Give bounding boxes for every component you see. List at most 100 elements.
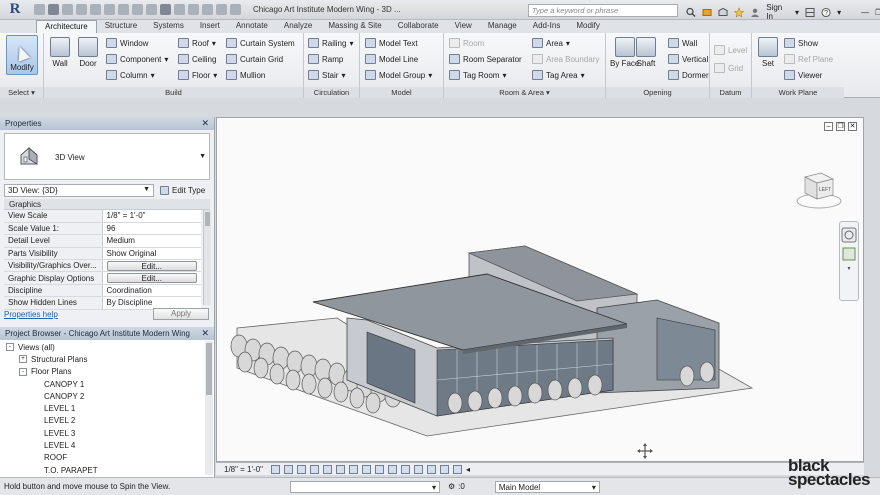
component-button[interactable]: Component ▾ [106,54,168,64]
properties-scrollbar[interactable] [203,210,211,305]
subscription-icon[interactable] [702,7,712,18]
restore-button[interactable]: ❐ [875,8,880,17]
user-icon[interactable] [750,7,760,18]
3d-viewport[interactable]: – ❐ ✕ LEFT ▾ [216,117,864,462]
3d-view-icon[interactable] [174,4,185,15]
sign-in-link[interactable]: Sign In [766,3,789,21]
show-work-plane-button[interactable]: Show [784,38,818,48]
section-icon[interactable] [188,4,199,15]
lock-3d-view-icon[interactable] [362,464,372,474]
tab-systems[interactable]: Systems [145,20,192,33]
open-icon[interactable] [34,4,45,15]
property-value[interactable]: Coordination [102,284,201,298]
measure-icon[interactable] [118,4,129,15]
property-value[interactable]: 96 [102,222,201,236]
area-boundary-button[interactable]: Area Boundary [532,54,599,64]
tab-architecture[interactable]: Architecture [36,20,97,33]
railing-button[interactable]: Railing ▾ [308,38,353,48]
viewcube-icon[interactable]: LEFT [795,163,843,211]
detail-level-icon[interactable] [271,464,281,474]
browser-node[interactable]: T.O. PARAPET [0,464,204,476]
property-value[interactable]: Edit... [102,271,201,285]
undo-icon[interactable] [76,4,87,15]
ref-plane-button[interactable]: Ref Plane [784,54,833,64]
room-button[interactable]: Room [449,38,484,48]
favorites-icon[interactable] [734,6,745,18]
edit-button[interactable]: Edit... [106,260,197,271]
redo-icon[interactable] [90,4,101,15]
render-icon[interactable] [323,464,333,474]
property-value[interactable]: Edit... [102,259,201,273]
shadows-icon[interactable] [310,464,320,474]
roof-button[interactable]: Roof ▾ [178,38,216,48]
by-face-button[interactable]: By Face [610,37,639,68]
tab-modify[interactable]: Modify [568,20,608,33]
select-dropdown[interactable]: Select ▾ [0,87,43,98]
zoom-icon[interactable] [842,247,856,261]
ramp-button[interactable]: Ramp [308,54,343,64]
shaft-button[interactable]: Shaft [636,37,656,68]
thin-lines-icon[interactable] [202,4,213,15]
dormer-button[interactable]: Dormer [668,70,709,80]
building-model[interactable] [217,118,863,461]
search-input[interactable]: Type a keyword or phrase [528,4,678,17]
edit-button[interactable]: Edit... [106,273,197,284]
sun-path-icon[interactable] [297,464,307,474]
steering-wheel-icon[interactable] [841,227,857,243]
dimension-icon[interactable] [132,4,143,15]
property-value[interactable]: Show Original [102,247,201,261]
communication-center-icon[interactable] [718,7,728,18]
tag-area-button[interactable]: Tag Area ▾ [532,70,585,80]
type-dropdown-icon[interactable]: ▼ [199,153,206,160]
tab-add-ins[interactable]: Add-Ins [525,20,569,33]
door-button[interactable]: Door [78,37,98,68]
search-icon[interactable] [686,7,696,18]
sign-in-dropdown-icon[interactable]: ▾ [795,8,799,17]
analytical-model-icon[interactable] [414,464,424,474]
property-value[interactable]: Medium [102,234,201,248]
close-icon[interactable]: ✕ [201,118,209,129]
column-button[interactable]: Column ▾ [106,70,155,80]
crop-view-icon[interactable] [336,464,346,474]
modify-button[interactable]: Modify [6,35,38,75]
model-group-button[interactable]: Model Group ▾ [365,70,432,80]
scroll-thumb[interactable] [206,343,212,395]
wall-opening-button[interactable]: Wall [668,38,697,48]
editing-requests-icon[interactable]: ⚙ [448,482,455,491]
scroll-thumb[interactable] [205,212,210,226]
tab-structure[interactable]: Structure [97,20,145,33]
apply-button[interactable]: Apply [153,308,209,320]
property-value[interactable]: 1/8" = 1'-0" [102,210,201,223]
browser-node[interactable]: + Structural Plans [0,353,204,365]
model-line-button[interactable]: Model Line [365,54,418,64]
browser-node[interactable]: CANOPY 2 [0,390,204,402]
tab-annotate[interactable]: Annotate [228,20,276,33]
browser-node[interactable]: - Views (all) [0,341,204,353]
help-icon[interactable]: ? [821,7,831,18]
tag-room-button[interactable]: Tag Room ▾ [449,70,506,80]
area-button[interactable]: Area ▾ [532,38,570,48]
vertical-opening-button[interactable]: Vertical [668,54,708,64]
save-icon[interactable] [48,4,59,15]
reveal-constraints-icon[interactable] [440,464,450,474]
temporary-hide-icon[interactable] [375,464,385,474]
browser-node[interactable]: LEVEL 4 [0,439,204,451]
window-button[interactable]: Window [106,38,148,48]
edit-type-button[interactable]: Edit Type [160,185,205,195]
graphics-group-header[interactable]: Graphics [4,199,210,210]
design-option-select[interactable]: Main Model ▾ [494,480,600,493]
room-area-dropdown[interactable]: Room & Area ▾ [444,87,605,98]
tab-massing-site[interactable]: Massing & Site [320,20,389,33]
tag-icon[interactable] [146,4,157,15]
text-icon[interactable] [160,4,171,15]
properties-help-link[interactable]: Properties help [4,310,58,319]
ceiling-button[interactable]: Ceiling [178,54,216,64]
tab-insert[interactable]: Insert [192,20,228,33]
curtain-system-button[interactable]: Curtain System [226,38,295,48]
sync-icon[interactable] [62,4,73,15]
workset-select[interactable]: ▾ [290,480,440,493]
worksharing-icon[interactable] [453,464,463,474]
navbar-menu-icon[interactable]: ▾ [847,266,850,272]
print-icon[interactable] [104,4,115,15]
browser-node[interactable]: CANOPY 1 [0,378,204,390]
